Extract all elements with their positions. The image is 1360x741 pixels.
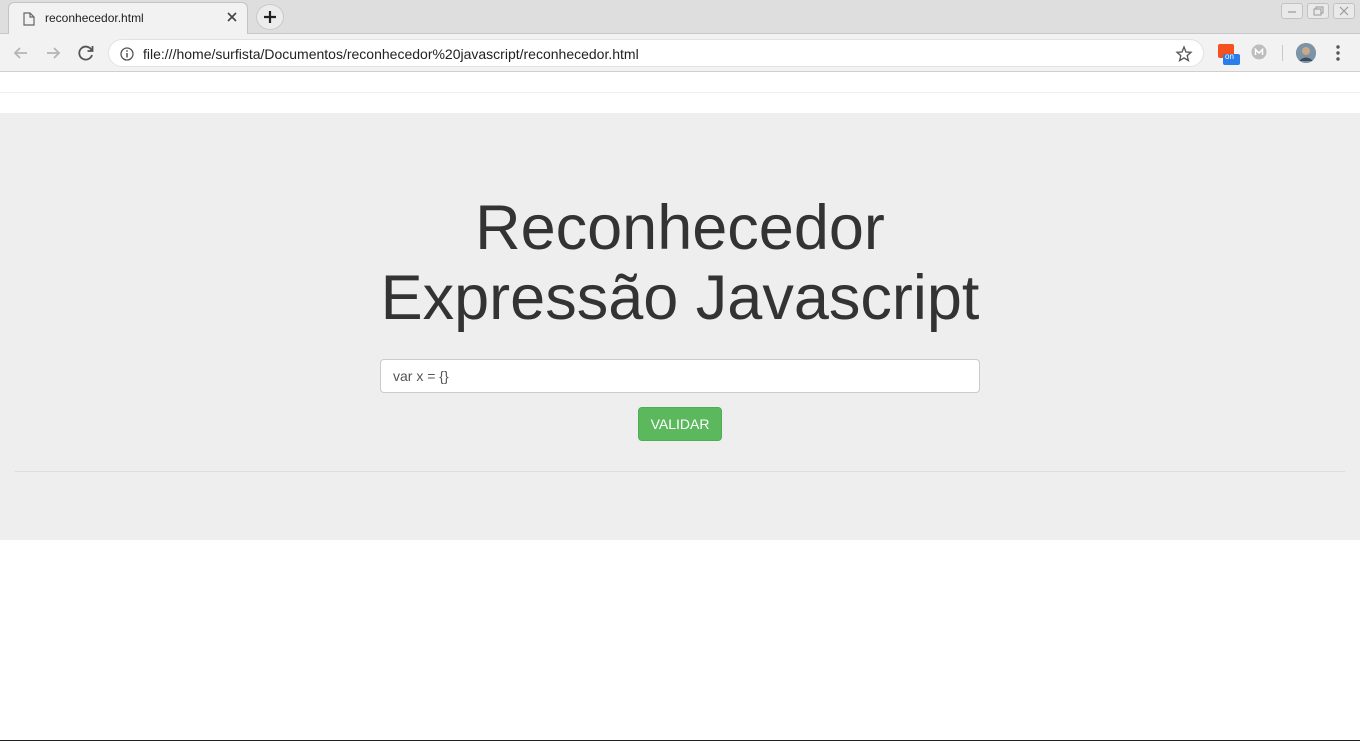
forward-icon[interactable] <box>42 42 64 64</box>
url-text[interactable]: file:///home/surfista/Documentos/reconhe… <box>143 46 639 62</box>
expression-input[interactable] <box>380 359 980 393</box>
jumbotron: Reconhecedor Expressão Javascript VALIDA… <box>0 113 1360 540</box>
menu-icon[interactable] <box>1330 43 1346 63</box>
new-tab-button[interactable] <box>256 4 284 30</box>
title-line-1: Reconhecedor <box>475 193 885 263</box>
tab-title: reconhecedor.html <box>45 11 144 25</box>
plus-icon <box>264 11 276 23</box>
browser-tab[interactable]: reconhecedor.html <box>8 2 248 34</box>
page-title: Reconhecedor Expressão Javascript <box>0 193 1360 333</box>
star-icon[interactable] <box>1175 45 1193 63</box>
window-close-button[interactable] <box>1333 3 1355 19</box>
restore-icon <box>1313 6 1324 16</box>
back-icon[interactable] <box>10 42 32 64</box>
avatar[interactable] <box>1296 43 1316 63</box>
close-icon[interactable] <box>225 10 239 24</box>
navbar-divider <box>0 92 1360 93</box>
reload-icon[interactable] <box>75 42 97 64</box>
page-content: Reconhecedor Expressão Javascript VALIDA… <box>0 72 1360 741</box>
extension-icon[interactable]: on <box>1218 44 1240 65</box>
info-icon[interactable] <box>120 47 134 61</box>
window-close-icon <box>1339 6 1349 16</box>
divider <box>15 471 1345 472</box>
toolbar-separator <box>1282 45 1283 61</box>
page-icon <box>23 12 35 26</box>
browser-toolbar: file:///home/surfista/Documentos/reconhe… <box>0 34 1360 72</box>
tab-strip: reconhecedor.html <box>0 0 1360 34</box>
restore-button[interactable] <box>1307 3 1329 19</box>
validate-button[interactable]: VALIDAR <box>638 407 722 441</box>
minimize-icon <box>1288 11 1296 13</box>
address-bar[interactable]: file:///home/surfista/Documentos/reconhe… <box>108 39 1204 67</box>
extension-badge: on <box>1225 52 1234 61</box>
minimize-button[interactable] <box>1281 3 1303 19</box>
m-extension-icon[interactable] <box>1251 44 1269 62</box>
title-line-2: Expressão Javascript <box>380 263 980 333</box>
